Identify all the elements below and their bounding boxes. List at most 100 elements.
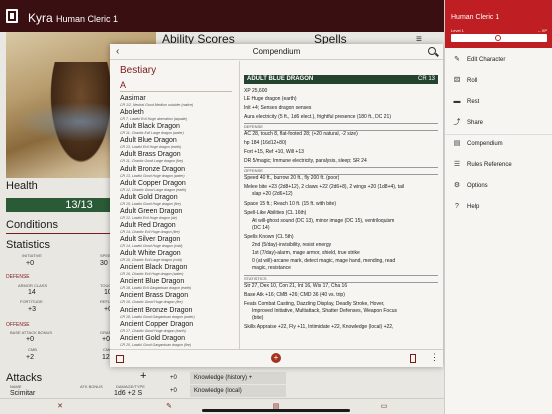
swords-tab-icon[interactable]: ✕ (56, 403, 64, 411)
bestiary-item-subtitle: CR 13, Lawful Good Huge dragon (water) (120, 173, 185, 178)
initiative-value[interactable]: +0 (26, 260, 34, 267)
bestiary-list-item[interactable]: Aboleth CR 7, Lawful Evil Huge aberration… (120, 109, 238, 121)
bestiary-list-item[interactable]: Adult Brass Dragon CR 11, Chaotic Good La… (120, 151, 238, 163)
monster-saves: Fort +15, Ref +10, Will +13 (244, 149, 304, 155)
fortitude-caption: FORTITUDE (20, 299, 43, 304)
bestiary-list-item[interactable]: Adult Black Dragon CR 11, Chaotic Evil La… (120, 123, 238, 135)
bestiary-item-name: Ancient Brass Dragon (120, 292, 189, 300)
bestiary-list-item[interactable]: Adult Gold Dragon CR 15, Lawful Good Huge… (120, 194, 238, 206)
skill-row[interactable]: Knowledge (history) + (190, 372, 286, 384)
bestiary-item-name: Adult Bronze Dragon (120, 165, 185, 173)
search-icon[interactable] (428, 47, 436, 55)
fortitude-value[interactable]: +3 (28, 306, 36, 313)
attack-name[interactable]: Scimitar (10, 390, 35, 397)
compendium-footer: + ⋮ (110, 349, 443, 367)
bestiary-list-item[interactable]: Ancient Brass Dragon CR 16, Chaotic Good … (120, 292, 238, 304)
monster-type-line: LE Huge dragon (earth) (244, 96, 297, 102)
character-class-line: Human Cleric 1 (56, 14, 119, 24)
bestiary-list: Bestiary A Aasimar CR 1/2, Neutral Good M… (110, 61, 240, 349)
bestiary-list-item[interactable]: Ancient Black Dragon CR 16, Chaotic Evil … (120, 264, 238, 276)
drawer-item-edit-character[interactable]: ✎ Edit Character (445, 50, 552, 71)
drawer-item-label: Rules Reference (467, 162, 512, 168)
conditions-title[interactable]: Conditions (6, 219, 58, 231)
bestiary-list-item[interactable]: Ancient Bronze Dragon CR 18, Lawful Good … (120, 307, 238, 319)
bestiary-list-item[interactable]: Adult Bronze Dragon CR 13, Lawful Good Hu… (120, 166, 238, 178)
monster-hp: hp 184 (16d12+80) (244, 140, 287, 146)
drawer-item-label: Edit Character (467, 57, 506, 63)
attack-damage[interactable]: 1d6 +2 S (114, 390, 142, 397)
bestiary-item-subtitle: CR 18, Lawful Evil Gargantuan dragon (ea… (120, 286, 192, 291)
defense-group-label: DEFENSE (6, 274, 30, 280)
monster-aura: Aura electricity (5 ft., 1d6 elect.), fr… (244, 114, 392, 120)
monster-spells-1st: 1st (7/day)-alarm, mage armor, shield, t… (252, 250, 360, 256)
skill-row[interactable]: Knowledge (local) (190, 385, 286, 397)
monster-feats: Feats Combat Casting, Dazzling Display, … (244, 301, 385, 307)
list-section-letter: A (120, 80, 127, 90)
character-book-icon[interactable] (6, 9, 18, 23)
attacks-name-header: NAME (10, 384, 22, 389)
xp-bar[interactable] (451, 34, 547, 42)
filter-grid-icon[interactable] (116, 355, 124, 363)
skill-value: +0 (170, 375, 177, 381)
statistics-header: STATISTICS (244, 275, 438, 283)
monster-skills: Skills Appraise +22, Fly +11, Intimidate… (244, 324, 394, 330)
bestiary-item-name: Adult Copper Dragon (120, 179, 186, 187)
drawer-item-share[interactable]: ⤴ Share (445, 113, 552, 134)
drawer-item-label: Share (467, 120, 484, 126)
add-button[interactable]: + (271, 353, 281, 363)
bestiary-item-name: Adult White Dragon (120, 250, 181, 258)
bestiary-list-item[interactable]: Adult Silver Dragon CR 14, Lawful Good Hu… (120, 236, 238, 248)
inventory-tab-icon[interactable]: ▭ (380, 403, 388, 411)
monster-melee: Melee bite +23 (2d8+12), 2 claws +22 (2d… (244, 184, 405, 190)
attacks-damage-header: DAMAGE/TYPE (116, 384, 145, 389)
monster-cr: CR 13 (417, 76, 435, 82)
add-attack-button[interactable]: + (140, 370, 146, 382)
bestiary-list-item[interactable]: Adult Blue Dragon CR 13, Lawful Evil Huge… (120, 137, 238, 149)
bestiary-list-item[interactable]: Ancient Copper Dragon CR 17, Chaotic Good… (120, 321, 238, 333)
drawer-header: Human Cleric 1 Level 1 -- XP (445, 0, 552, 48)
bestiary-item-name: Aasimar (120, 95, 146, 102)
ability-scores-title: Ability Scores (162, 32, 235, 46)
bookmark-icon[interactable] (410, 354, 416, 363)
offense-group-label: OFFENSE (6, 322, 30, 328)
monster-detail: ADULT BLUE DRAGON CR 13 XP 25,600 LE Huge… (244, 61, 438, 349)
bestiary-list-item[interactable]: Adult White Dragon CR 10, Chaotic Evil La… (120, 250, 238, 262)
drawer-item-label: Rest (467, 99, 480, 105)
bestiary-list-item[interactable]: Ancient Gold Dragon CR 20, Lawful Good Ga… (120, 335, 238, 347)
monster-spells-0: 0 (at will)-arcane mark, detect magic, m… (252, 258, 396, 264)
skill-value: +0 (170, 388, 177, 394)
bestiary-item-subtitle: CR 11, Chaotic Good Large dragon (fire) (120, 159, 183, 164)
drawer-item-rules-reference[interactable]: ☰ Rules Reference (445, 155, 552, 176)
drawer-item-roll[interactable]: ⚄ Roll (445, 71, 552, 92)
drawer-title: Human Cleric 1 (451, 14, 500, 21)
bestiary-item-subtitle: CR 7, Lawful Evil Huge aberration (aquat… (120, 117, 188, 122)
drawer-level: Level 1 (451, 28, 464, 33)
bestiary-item-subtitle: CR 10, Chaotic Evil Large dragon (cold) (120, 258, 182, 263)
grapple-value[interactable]: +0 (102, 336, 110, 343)
drawer-item-label: Help (467, 204, 480, 210)
drawer-item-options[interactable]: ⚙ Options (445, 176, 552, 197)
skills-tab-icon[interactable]: ✎ (165, 403, 173, 411)
attacks-bonus-header: ATK BONUS (80, 384, 103, 389)
bestiary-item-subtitle: CR 16, Chaotic Good Huge dragon (fire) (120, 300, 183, 305)
bestiary-list-item[interactable]: Adult Copper Dragon CR 12, Chaotic Good L… (120, 180, 238, 192)
drawer-item-help[interactable]: ? Help (445, 197, 552, 218)
monster-melee-cont: slap +20 (2d6+12) (252, 191, 293, 197)
bestiary-list-item[interactable]: Adult Red Dragon CR 14, Chaotic Evil Huge… (120, 222, 238, 234)
bestiary-item-name: Adult Green Dragon (120, 207, 183, 215)
character-name: Kyra Human Cleric 1 (28, 11, 118, 25)
drawer-item-compendium[interactable]: ▤ Compendium (445, 134, 552, 155)
cmb-value[interactable]: +2 (26, 354, 34, 361)
armor-class-value[interactable]: 14 (28, 289, 36, 296)
monster-name: ADULT BLUE DRAGON (247, 76, 314, 82)
bestiary-item-subtitle: CR 11, Chaotic Evil Large dragon (water) (120, 131, 184, 136)
cmd-value[interactable]: 12 (102, 354, 110, 361)
bab-value[interactable]: +0 (26, 336, 34, 343)
monster-sla-title: Spell-Like Abilities (CL 16th) (244, 210, 307, 216)
bestiary-item-subtitle: CR 17, Chaotic Good Huge dragon (earth) (120, 328, 186, 333)
bestiary-list-item[interactable]: Aasimar CR 1/2, Neutral Good Medium outsi… (120, 95, 238, 107)
bestiary-list-item[interactable]: Ancient Blue Dragon CR 18, Lawful Evil Ga… (120, 278, 238, 290)
more-vertical-icon[interactable]: ⋮ (430, 352, 439, 363)
bestiary-list-item[interactable]: Adult Green Dragon CR 12, Lawful Evil Hug… (120, 208, 238, 220)
drawer-item-rest[interactable]: ▬ Rest (445, 92, 552, 113)
